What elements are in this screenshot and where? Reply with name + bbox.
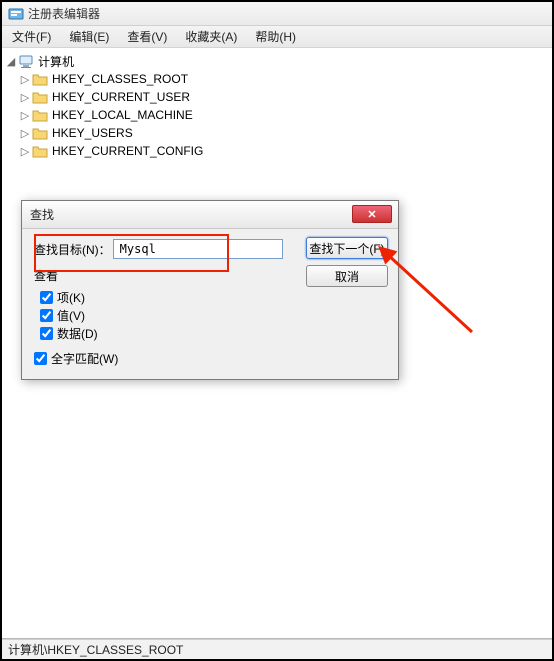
computer-icon [18, 54, 34, 68]
menu-bar: 文件(F) 编辑(E) 查看(V) 收藏夹(A) 帮助(H) [2, 26, 552, 48]
menu-view[interactable]: 查看(V) [121, 26, 173, 47]
checkbox-whole[interactable] [34, 352, 47, 365]
checkbox-keys[interactable] [40, 291, 53, 304]
status-path: 计算机\HKEY_CLASSES_ROOT [8, 641, 183, 658]
close-button[interactable]: ✕ [352, 205, 392, 223]
tree-item[interactable]: ▷ HKEY_USERS [4, 124, 550, 142]
app-icon [8, 6, 24, 22]
checkbox-keys-label: 项(K) [57, 289, 85, 306]
folder-icon [32, 90, 48, 104]
tree-item-label: HKEY_CURRENT_CONFIG [52, 144, 203, 158]
close-icon: ✕ [367, 208, 376, 221]
tree-item[interactable]: ▷ HKEY_CLASSES_ROOT [4, 70, 550, 88]
dialog-title-bar[interactable]: 查找 ✕ [22, 201, 398, 229]
dialog-title: 查找 [30, 206, 54, 223]
expand-icon[interactable]: ▷ [18, 73, 32, 86]
find-target-input[interactable] [113, 239, 283, 259]
window-title: 注册表编辑器 [28, 5, 100, 22]
checkbox-whole-row[interactable]: 全字匹配(W) [34, 350, 386, 367]
checkbox-data-label: 数据(D) [57, 325, 98, 342]
status-bar: 计算机\HKEY_CLASSES_ROOT [2, 639, 552, 659]
tree-root-row[interactable]: ◢ 计算机 [4, 52, 550, 70]
find-target-label: 查找目标(N)： [34, 241, 111, 258]
checkbox-values[interactable] [40, 309, 53, 322]
title-bar: 注册表编辑器 [2, 2, 552, 26]
checkbox-data[interactable] [40, 327, 53, 340]
expand-icon[interactable]: ▷ [18, 127, 32, 140]
cancel-button[interactable]: 取消 [306, 265, 388, 287]
checkbox-values-row[interactable]: 值(V) [40, 306, 386, 324]
collapse-icon[interactable]: ◢ [4, 55, 18, 68]
tree-item-label: HKEY_LOCAL_MACHINE [52, 108, 193, 122]
tree-item[interactable]: ▷ HKEY_CURRENT_USER [4, 88, 550, 106]
find-next-button[interactable]: 查找下一个(F) [306, 237, 388, 259]
tree-root-label: 计算机 [38, 53, 74, 70]
folder-icon [32, 144, 48, 158]
expand-icon[interactable]: ▷ [18, 91, 32, 104]
find-dialog: 查找 ✕ 查找目标(N)： 查找下一个(F) 取消 查看 项(K) 值(V) 数… [21, 200, 399, 380]
checkbox-data-row[interactable]: 数据(D) [40, 324, 386, 342]
folder-icon [32, 126, 48, 140]
tree-item-label: HKEY_CLASSES_ROOT [52, 72, 188, 86]
tree-item[interactable]: ▷ HKEY_LOCAL_MACHINE [4, 106, 550, 124]
tree-item[interactable]: ▷ HKEY_CURRENT_CONFIG [4, 142, 550, 160]
menu-help[interactable]: 帮助(H) [249, 26, 302, 47]
expand-icon[interactable]: ▷ [18, 145, 32, 158]
folder-icon [32, 108, 48, 122]
dialog-body: 查找目标(N)： 查找下一个(F) 取消 查看 项(K) 值(V) 数据(D) [22, 229, 398, 379]
checkbox-values-label: 值(V) [57, 307, 85, 324]
expand-icon[interactable]: ▷ [18, 109, 32, 122]
checkbox-whole-label: 全字匹配(W) [51, 350, 118, 367]
menu-favorites[interactable]: 收藏夹(A) [179, 26, 243, 47]
menu-file[interactable]: 文件(F) [6, 26, 57, 47]
tree-item-label: HKEY_USERS [52, 126, 133, 140]
tree-item-label: HKEY_CURRENT_USER [52, 90, 190, 104]
checkbox-keys-row[interactable]: 项(K) [40, 288, 386, 306]
folder-icon [32, 72, 48, 86]
menu-edit[interactable]: 编辑(E) [63, 26, 115, 47]
